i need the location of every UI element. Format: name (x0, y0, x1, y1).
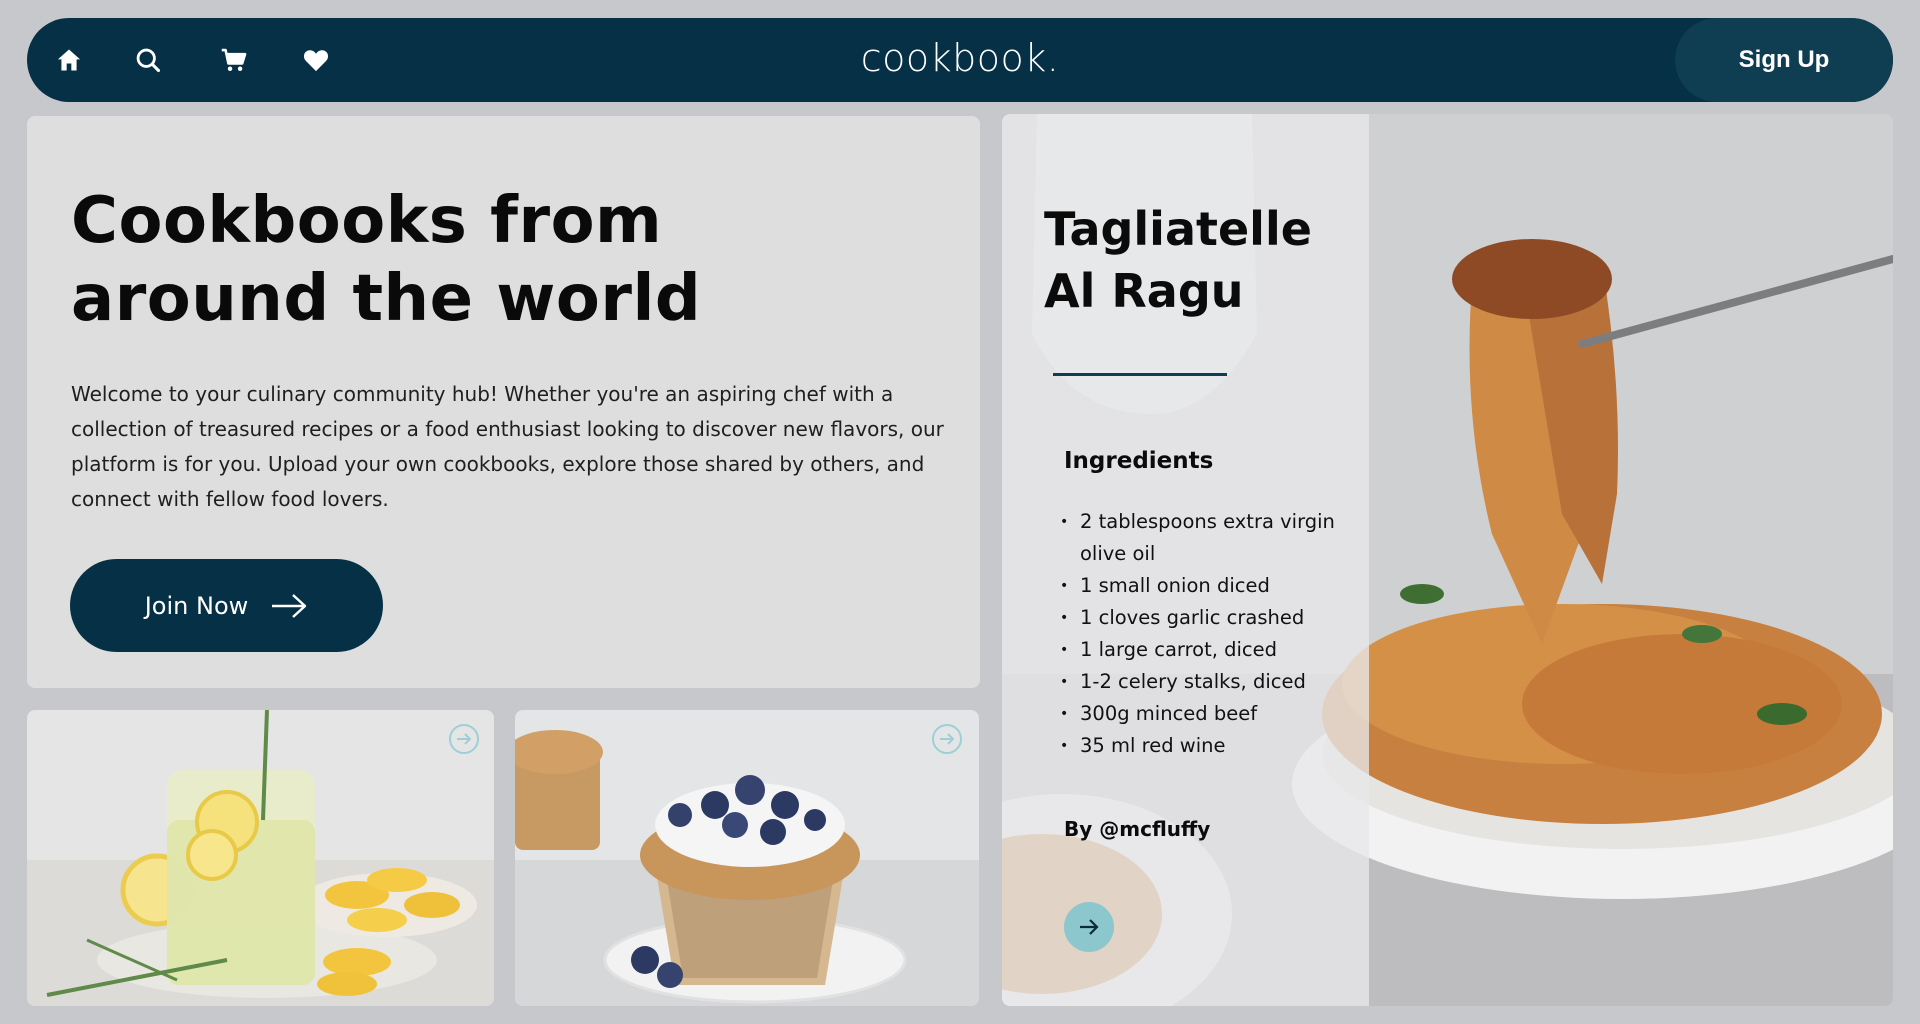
lemonade-image (27, 710, 494, 1006)
arrow-right-icon (1080, 919, 1099, 935)
ingredients-list: 2 tablespoons extra virgin olive oil 1 s… (1060, 506, 1350, 762)
hero-description: Welcome to your culinary community hub! … (71, 382, 944, 511)
recipe-card-lemonade[interactable] (27, 710, 494, 1006)
hero-panel: Cookbooks from around the world Welcome … (27, 116, 980, 688)
recipe-author[interactable]: By @mcfluffy (1064, 817, 1210, 841)
ingredient-item: 300g minced beef (1060, 698, 1350, 730)
ingredient-item: 1 cloves garlic crashed (1060, 602, 1350, 634)
open-recipe-button[interactable] (1064, 902, 1114, 952)
recipe-title: Tagliatelle Al Ragu (1044, 202, 1312, 318)
arrow-right-icon (272, 593, 307, 618)
ingredient-item: 2 tablespoons extra virgin olive oil (1060, 506, 1350, 570)
ingredient-item: 35 ml red wine (1060, 730, 1350, 762)
search-icon[interactable] (131, 43, 165, 77)
sign-up-button[interactable]: Sign Up (1675, 18, 1893, 102)
heart-icon[interactable] (299, 43, 333, 77)
recipe-card-muffin[interactable] (515, 710, 979, 1006)
featured-recipe-card: Tagliatelle Al Ragu Ingredients 2 tables… (1002, 114, 1893, 1006)
muffin-image (515, 710, 979, 1006)
home-icon[interactable] (52, 43, 86, 77)
open-recipe-arrow-icon[interactable] (449, 724, 479, 754)
hero-title: Cookbooks from around the world (71, 184, 702, 336)
join-now-button[interactable]: Join Now (70, 559, 383, 652)
ingredients-heading: Ingredients (1064, 448, 1214, 474)
join-now-label: Join Now (144, 591, 249, 620)
ingredient-item: 1-2 celery stalks, diced (1060, 666, 1350, 698)
cart-icon[interactable] (217, 43, 251, 77)
title-divider (1053, 373, 1227, 376)
top-nav: cookbook. Sign Up (27, 18, 1893, 102)
ingredient-item: 1 small onion diced (1060, 570, 1350, 602)
open-recipe-arrow-icon[interactable] (932, 724, 962, 754)
ingredient-item: 1 large carrot, diced (1060, 634, 1350, 666)
